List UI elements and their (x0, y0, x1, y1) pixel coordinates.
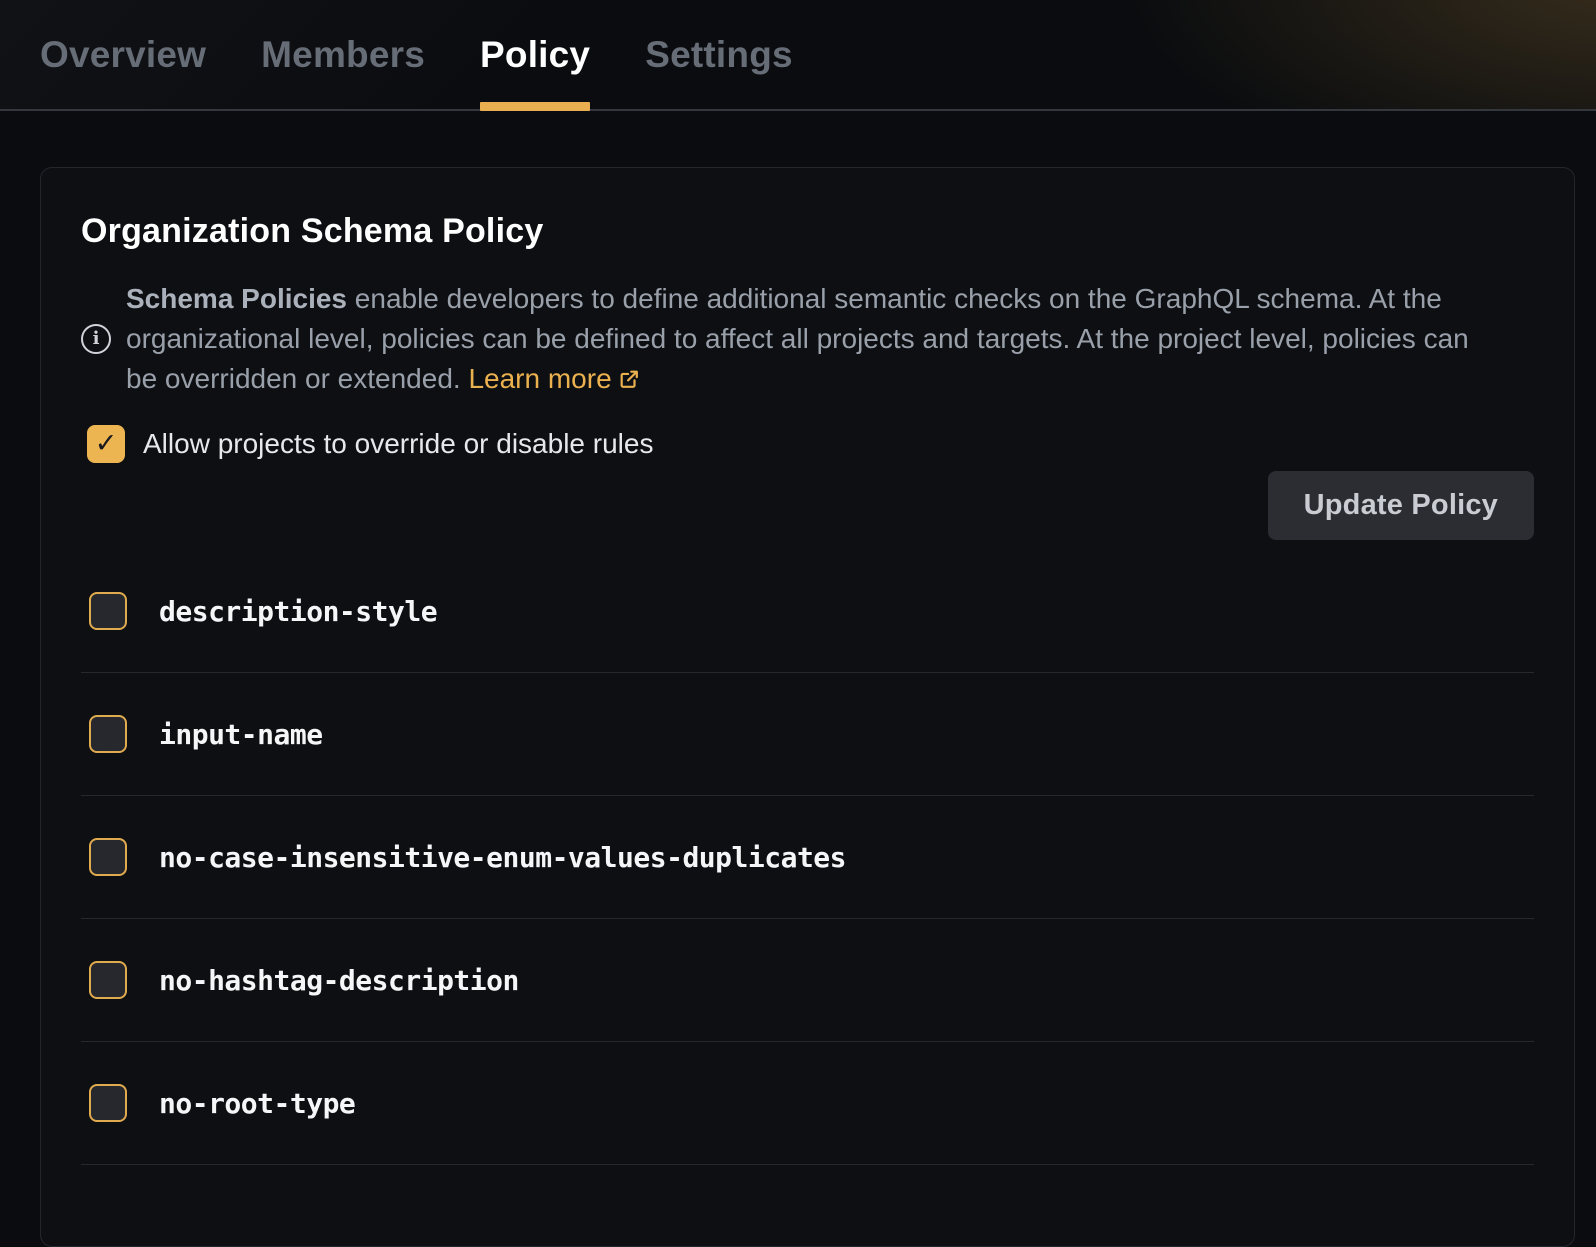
info-callout: i Schema Policies enable developers to d… (81, 279, 1534, 399)
allow-override-label: Allow projects to override or disable ru… (143, 428, 653, 460)
rule-row-input-name: input-name (81, 673, 1534, 796)
allow-override-checkbox[interactable]: ✓ (87, 425, 125, 463)
tab-policy[interactable]: Policy (480, 0, 590, 109)
update-policy-button[interactable]: Update Policy (1268, 471, 1534, 540)
rule-name: no-root-type (159, 1087, 355, 1120)
info-text-lead: Schema Policies (126, 283, 347, 314)
active-tab-indicator (480, 102, 590, 111)
tab-settings[interactable]: Settings (645, 0, 793, 109)
tab-members-label: Members (261, 34, 425, 76)
rule-name: input-name (159, 718, 323, 751)
rule-name: description-style (159, 595, 437, 628)
schema-policy-card: Organization Schema Policy i Schema Poli… (40, 167, 1575, 1247)
rules-list: description-style input-name no-case-ins… (81, 550, 1534, 1165)
tab-policy-label: Policy (480, 34, 590, 76)
tab-overview[interactable]: Overview (40, 0, 206, 109)
rule-name: no-hashtag-description (159, 964, 519, 997)
rule-checkbox-no-hashtag-description[interactable] (89, 961, 127, 999)
rule-checkbox-no-root-type[interactable] (89, 1084, 127, 1122)
tab-bar: Overview Members Policy Settings (0, 0, 1596, 111)
learn-more-link[interactable]: Learn more (468, 363, 639, 394)
rule-checkbox-description-style[interactable] (89, 592, 127, 630)
allow-override-row: ✓ Allow projects to override or disable … (81, 425, 653, 463)
main-content: Organization Schema Policy i Schema Poli… (0, 167, 1596, 1247)
info-text: Schema Policies enable developers to def… (126, 279, 1501, 399)
rule-checkbox-no-case-insensitive-enum-values-duplicates[interactable] (89, 838, 127, 876)
rule-row-no-hashtag-description: no-hashtag-description (81, 919, 1534, 1042)
rule-checkbox-input-name[interactable] (89, 715, 127, 753)
learn-more-label: Learn more (468, 363, 611, 394)
button-row: Update Policy (81, 471, 1534, 540)
rule-name: no-case-insensitive-enum-values-duplicat… (159, 841, 846, 874)
rule-row-no-case-insensitive-enum-values-duplicates: no-case-insensitive-enum-values-duplicat… (81, 796, 1534, 919)
tab-members[interactable]: Members (261, 0, 425, 109)
rule-row-no-root-type: no-root-type (81, 1042, 1534, 1165)
info-icon: i (81, 324, 111, 354)
check-icon: ✓ (95, 430, 118, 457)
page-title: Organization Schema Policy (81, 212, 1534, 251)
external-link-icon (618, 368, 640, 390)
tab-overview-label: Overview (40, 34, 206, 76)
tab-settings-label: Settings (645, 34, 793, 76)
rule-row-description-style: description-style (81, 550, 1534, 673)
